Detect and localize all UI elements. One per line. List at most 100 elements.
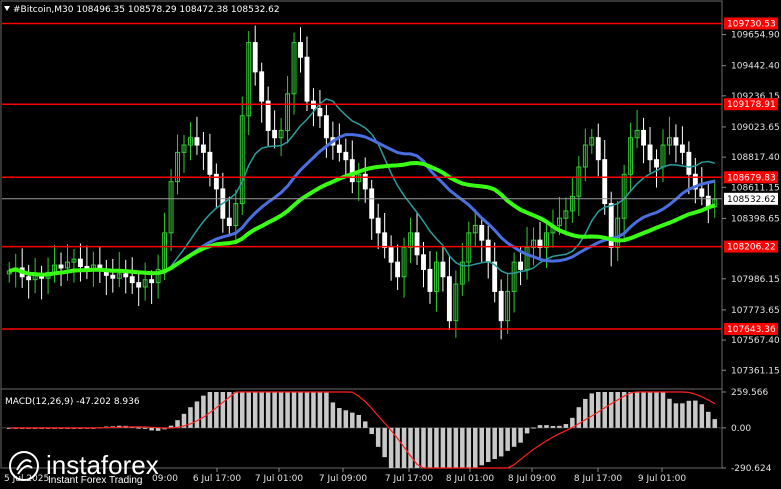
macd-histogram-bar: [259, 392, 264, 428]
candle-body: [654, 159, 659, 168]
candle-body: [699, 188, 705, 197]
candle-body: [323, 115, 329, 139]
macd-histogram-bar: [466, 427, 472, 468]
x-tick-label: 9 Jul 01:00: [638, 474, 687, 484]
macd-histogram-bar: [473, 427, 478, 468]
candle-body: [226, 217, 232, 227]
macd-histogram-bar: [628, 392, 633, 428]
macd-histogram-bar: [246, 392, 251, 428]
macd-histogram-bar: [615, 392, 620, 428]
x-tick-label: 7 Jul 01:00: [255, 474, 304, 484]
candle-body: [77, 258, 83, 268]
macd-histogram-bar: [220, 392, 226, 428]
macd-histogram-bar: [440, 427, 446, 468]
level-price-label: 109730.53: [727, 19, 776, 29]
macd-histogram-bar: [214, 392, 219, 428]
macd-histogram-bar: [595, 392, 601, 428]
macd-histogram-bar: [239, 392, 245, 428]
candle-body: [602, 159, 608, 205]
macd-histogram-bar: [447, 427, 452, 468]
macd-histogram-bar: [408, 427, 413, 468]
macd-histogram-bar: [311, 392, 316, 428]
macd-histogram-bar: [207, 392, 213, 428]
candle-body: [149, 279, 155, 284]
y-tick-label: 107567.40: [731, 336, 780, 346]
macd-histogram-bar: [356, 414, 362, 428]
candle-body: [427, 268, 433, 292]
level-price-label: 109178.91: [727, 100, 776, 110]
macd-y-tick-label: 259.566: [731, 388, 768, 398]
candle-body: [388, 246, 394, 263]
macd-histogram-bar: [194, 401, 200, 428]
macd-histogram-bar: [511, 427, 517, 447]
x-tick-label: 7 Jul 09:00: [319, 474, 368, 484]
symbol-header: #Bitcoin,M30 108496.35 108578.29 108472.…: [13, 5, 280, 15]
chart-window: { "header": { "symbol_line": "#Bitcoin,M…: [0, 0, 781, 489]
macd-histogram-bar: [485, 427, 491, 462]
candle-body: [26, 276, 32, 281]
macd-histogram-bar: [641, 392, 646, 428]
candle-body: [349, 159, 355, 183]
macd-header: MACD(12,26,9) -47.202 8.936: [5, 397, 140, 407]
candle-body: [518, 261, 524, 270]
macd-histogram-bar: [395, 427, 400, 468]
macd-histogram-bar: [149, 427, 154, 431]
macd-histogram-bar: [369, 427, 374, 434]
y-tick-label: 107361.15: [731, 366, 780, 376]
macd-histogram-bar: [673, 403, 679, 428]
candle-body: [595, 137, 601, 161]
candle-body: [395, 261, 401, 278]
candle-body: [207, 151, 213, 175]
macd-histogram-bar: [667, 398, 672, 428]
x-tick-label: 8 Jul 17:00: [574, 474, 623, 484]
macd-histogram-bar: [285, 392, 290, 428]
macd-histogram-bar: [647, 392, 653, 428]
macd-y-tick-label: 0.00: [731, 424, 751, 434]
y-tick-label: 108817.40: [731, 153, 780, 163]
y-tick-label: 108398.65: [731, 214, 780, 224]
candle-body: [679, 144, 685, 153]
candle-body: [498, 290, 504, 322]
macd-histogram-bar: [362, 421, 368, 428]
macd-histogram-bar: [434, 427, 439, 468]
y-tick-label: 107773.65: [731, 306, 780, 316]
candle-body: [123, 273, 129, 278]
macd-histogram-bar: [583, 398, 588, 428]
candle-body: [252, 42, 258, 73]
candle-body: [58, 264, 64, 269]
macd-histogram-bar: [518, 427, 523, 443]
level-price-label: 108679.83: [727, 173, 776, 183]
y-tick-label: 109654.90: [731, 31, 780, 41]
candle-body: [304, 56, 310, 102]
ma-fast-line: [9, 98, 715, 276]
candle-body: [259, 71, 265, 102]
x-tick-label: 8 Jul 09:00: [508, 474, 557, 484]
symbol-dropdown-icon[interactable]: [4, 6, 10, 11]
macd-y-tick-label: -290.624: [731, 464, 772, 474]
candle-body: [317, 107, 323, 117]
macd-histogram-bar: [252, 392, 258, 428]
candle-body: [110, 274, 116, 279]
y-tick-label: 107986.15: [731, 275, 780, 285]
macd-histogram-bar: [699, 404, 705, 428]
macd-histogram-bar: [337, 408, 342, 428]
price-chart: 109654.90109442.40109236.15109023.651088…: [0, 0, 780, 484]
candle-body: [647, 144, 653, 161]
macd-histogram-bar: [388, 427, 394, 468]
macd-histogram-bar: [291, 392, 297, 428]
candle-body: [440, 261, 446, 278]
macd-histogram-bar: [524, 427, 530, 434]
macd-histogram-bar: [602, 392, 607, 428]
candle-body: [265, 100, 271, 131]
y-tick-label: 108611.15: [731, 183, 780, 193]
candle-body: [641, 129, 647, 146]
macd-histogram-bar: [427, 427, 433, 468]
macd-histogram-bar: [498, 427, 504, 457]
macd-histogram-bar: [712, 419, 718, 428]
candle-body: [298, 42, 303, 58]
x-tick-label: 8 Jul 01:00: [446, 474, 495, 484]
y-tick-label: 109442.40: [731, 62, 780, 72]
macd-histogram-bar: [460, 427, 465, 468]
candle-body: [200, 144, 206, 153]
macd-histogram-bar: [492, 427, 497, 460]
